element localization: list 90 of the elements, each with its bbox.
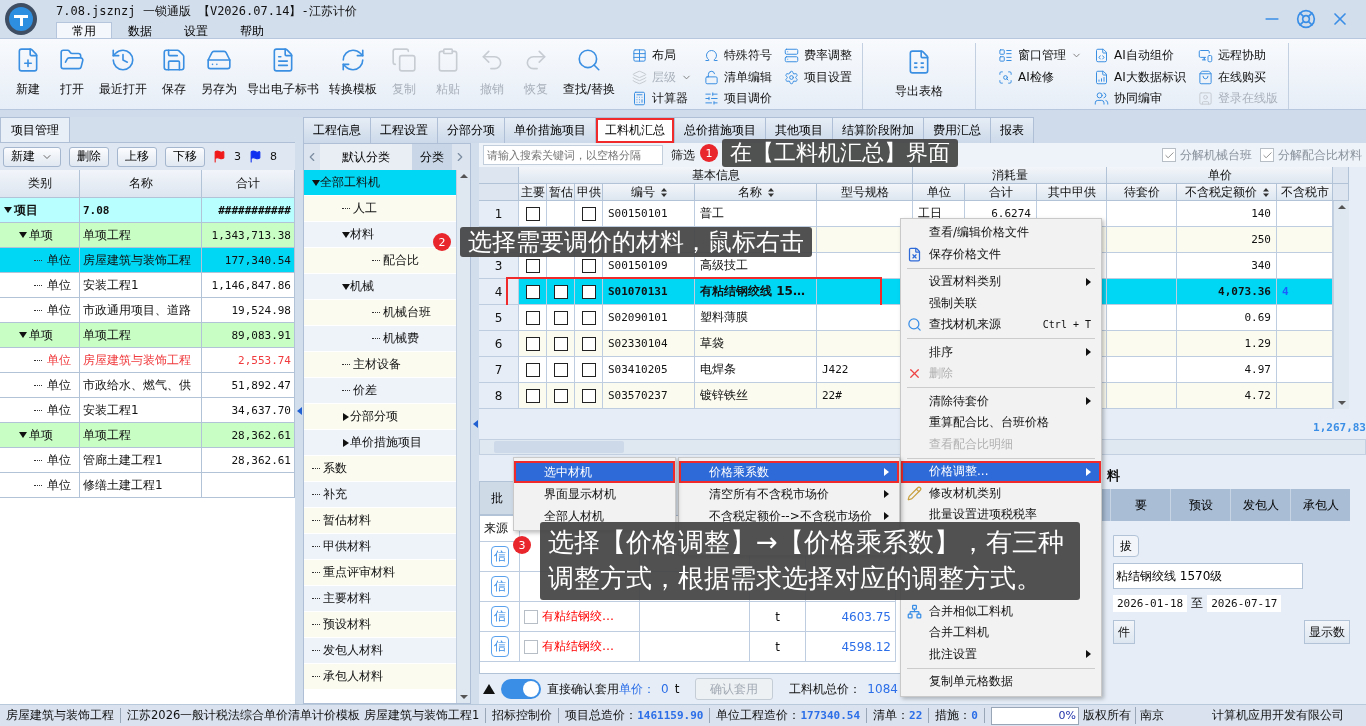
table-cell: S01070131 (603, 279, 695, 305)
column-group-header: 单价 (1107, 167, 1333, 184)
table-cell: 51,892.47 (202, 373, 295, 398)
table-cell: 340 (1177, 253, 1277, 279)
price-label: 单价： (619, 680, 655, 698)
unit-label: t (674, 682, 680, 696)
table-cell: 4.97 (1177, 357, 1277, 383)
status-item: 房屋建筑与装饰工程 (0, 708, 121, 723)
table-cell: 市政通用项目、道路 (80, 298, 202, 323)
table-cell: 4,073.36 (1177, 279, 1277, 305)
material-name: 有粘结钢绞… (542, 638, 614, 655)
flag-count: 8 (270, 150, 277, 163)
table-cell: 1,343,713.38 (202, 223, 295, 248)
row-number: 8 (479, 383, 519, 409)
table-cell: S00150101 (603, 201, 695, 227)
status-item: 单位工程造价：177340.54 (710, 708, 868, 723)
table-cell: S03410205 (603, 357, 695, 383)
column-header: 合计 (202, 170, 295, 198)
table-cell: 房屋建筑与装饰工程 (80, 248, 202, 273)
row-number: 6 (479, 331, 519, 357)
quantity-value: 0 (661, 682, 669, 696)
table-cell: 4603.75 (806, 602, 896, 632)
table-cell: S02330104 (603, 331, 695, 357)
table-cell: 草袋 (695, 331, 817, 357)
table-cell: 34,637.70 (202, 398, 295, 423)
column-group-header: 消耗量 (913, 167, 1107, 184)
table-cell: 安装工程1 (80, 273, 202, 298)
window-title: 7.08.jsznzj 一锁通版 【V2026.07.14】-江苏计价 (56, 3, 358, 19)
table-cell: 安装工程1 (80, 398, 202, 423)
flag-count: 3 (234, 150, 241, 163)
table-cell: 修缮土建工程1 (80, 473, 202, 498)
table-cell: 市政给水、燃气、供 (80, 373, 202, 398)
table-cell: 250 (1177, 227, 1277, 253)
table-cell: 28,362.61 (202, 448, 295, 473)
table-cell: 塑料薄膜 (695, 305, 817, 331)
table-cell: t (750, 632, 806, 662)
table-cell: 177,340.54 (202, 248, 295, 273)
row-number: 4 (479, 279, 519, 305)
row-number: 5 (479, 305, 519, 331)
row-number: 7 (479, 357, 519, 383)
toggle-label: 直接确认套用 (547, 680, 619, 698)
total-value: 1084 (867, 682, 898, 696)
total-value: 1,267,83 (1313, 420, 1366, 434)
table-cell: 1.29 (1177, 331, 1277, 357)
table-cell: 89,083.91 (202, 323, 295, 348)
company-name: 南京 (1138, 707, 1165, 724)
table-cell: t (750, 602, 806, 632)
table-cell: 有粘结钢绞线 15… (695, 279, 817, 305)
column-header: 名称 (80, 170, 202, 198)
status-item: 招标控制价 (486, 708, 560, 723)
panel-title: 料 (1107, 467, 1121, 485)
copyright-text: 版权所有 (1078, 707, 1136, 724)
step-tooltip: 选择【价格调整】→【价格乘系数】，有三种调整方式，根据需求选择对应的调整方式。 (540, 522, 1080, 600)
table-cell: 19,524.98 (202, 298, 295, 323)
table-cell: S03570237 (603, 383, 695, 409)
table-cell: 0.69 (1177, 305, 1277, 331)
table-cell: 镀锌铁丝 (695, 383, 817, 409)
table-cell: 28,362.61 (202, 423, 295, 448)
table-cell: 单项工程 (80, 323, 202, 348)
step-tooltip: 选择需要调价的材料，鼠标右击 (460, 227, 812, 258)
date-separator: 至 (1191, 595, 1204, 612)
column-header: 类别 (0, 170, 80, 198)
table-cell: 房屋建筑与装饰工程 (80, 348, 202, 373)
table-cell: 单项工程 (80, 223, 202, 248)
row-number: 1 (479, 201, 519, 227)
table-cell: 1,146,847.86 (202, 273, 295, 298)
table-cell: ########### (202, 198, 295, 223)
material-name: 有粘结钢绞… (542, 608, 614, 625)
table-cell: 7.08 (80, 198, 202, 223)
status-item: 江苏2026一般计税法综合单价清单计价模板 房屋建筑与装饰工程1 (121, 708, 487, 723)
table-cell: 140 (1177, 201, 1277, 227)
table-cell: 4 (1277, 279, 1333, 305)
table-cell: 电焊条 (695, 357, 817, 383)
table-cell: 4.72 (1177, 383, 1277, 409)
status-item: 清单：22 (867, 708, 930, 723)
table-cell: S02090101 (603, 305, 695, 331)
step-tooltip: 在【工料机汇总】界面 (722, 139, 958, 168)
column-header: 件 (1113, 620, 1135, 644)
company-name: 计算机应用开发有限公司 (1210, 707, 1345, 724)
table-cell: 4598.12 (806, 632, 896, 662)
status-item: 措施：0 (929, 708, 985, 723)
column-group-header: 基本信息 (519, 167, 913, 184)
table-cell: 单项工程 (80, 423, 202, 448)
table-cell: 2,553.74 (202, 348, 295, 373)
status-item: 项目总造价：1461159.90 (559, 708, 711, 723)
table-cell: 管廊土建工程1 (80, 448, 202, 473)
total-label: 工料机总价： (789, 680, 862, 698)
progress-bar: 0% (990, 706, 1079, 725)
column-header: 显示数 (1304, 620, 1350, 644)
table-cell: 普工 (695, 201, 817, 227)
